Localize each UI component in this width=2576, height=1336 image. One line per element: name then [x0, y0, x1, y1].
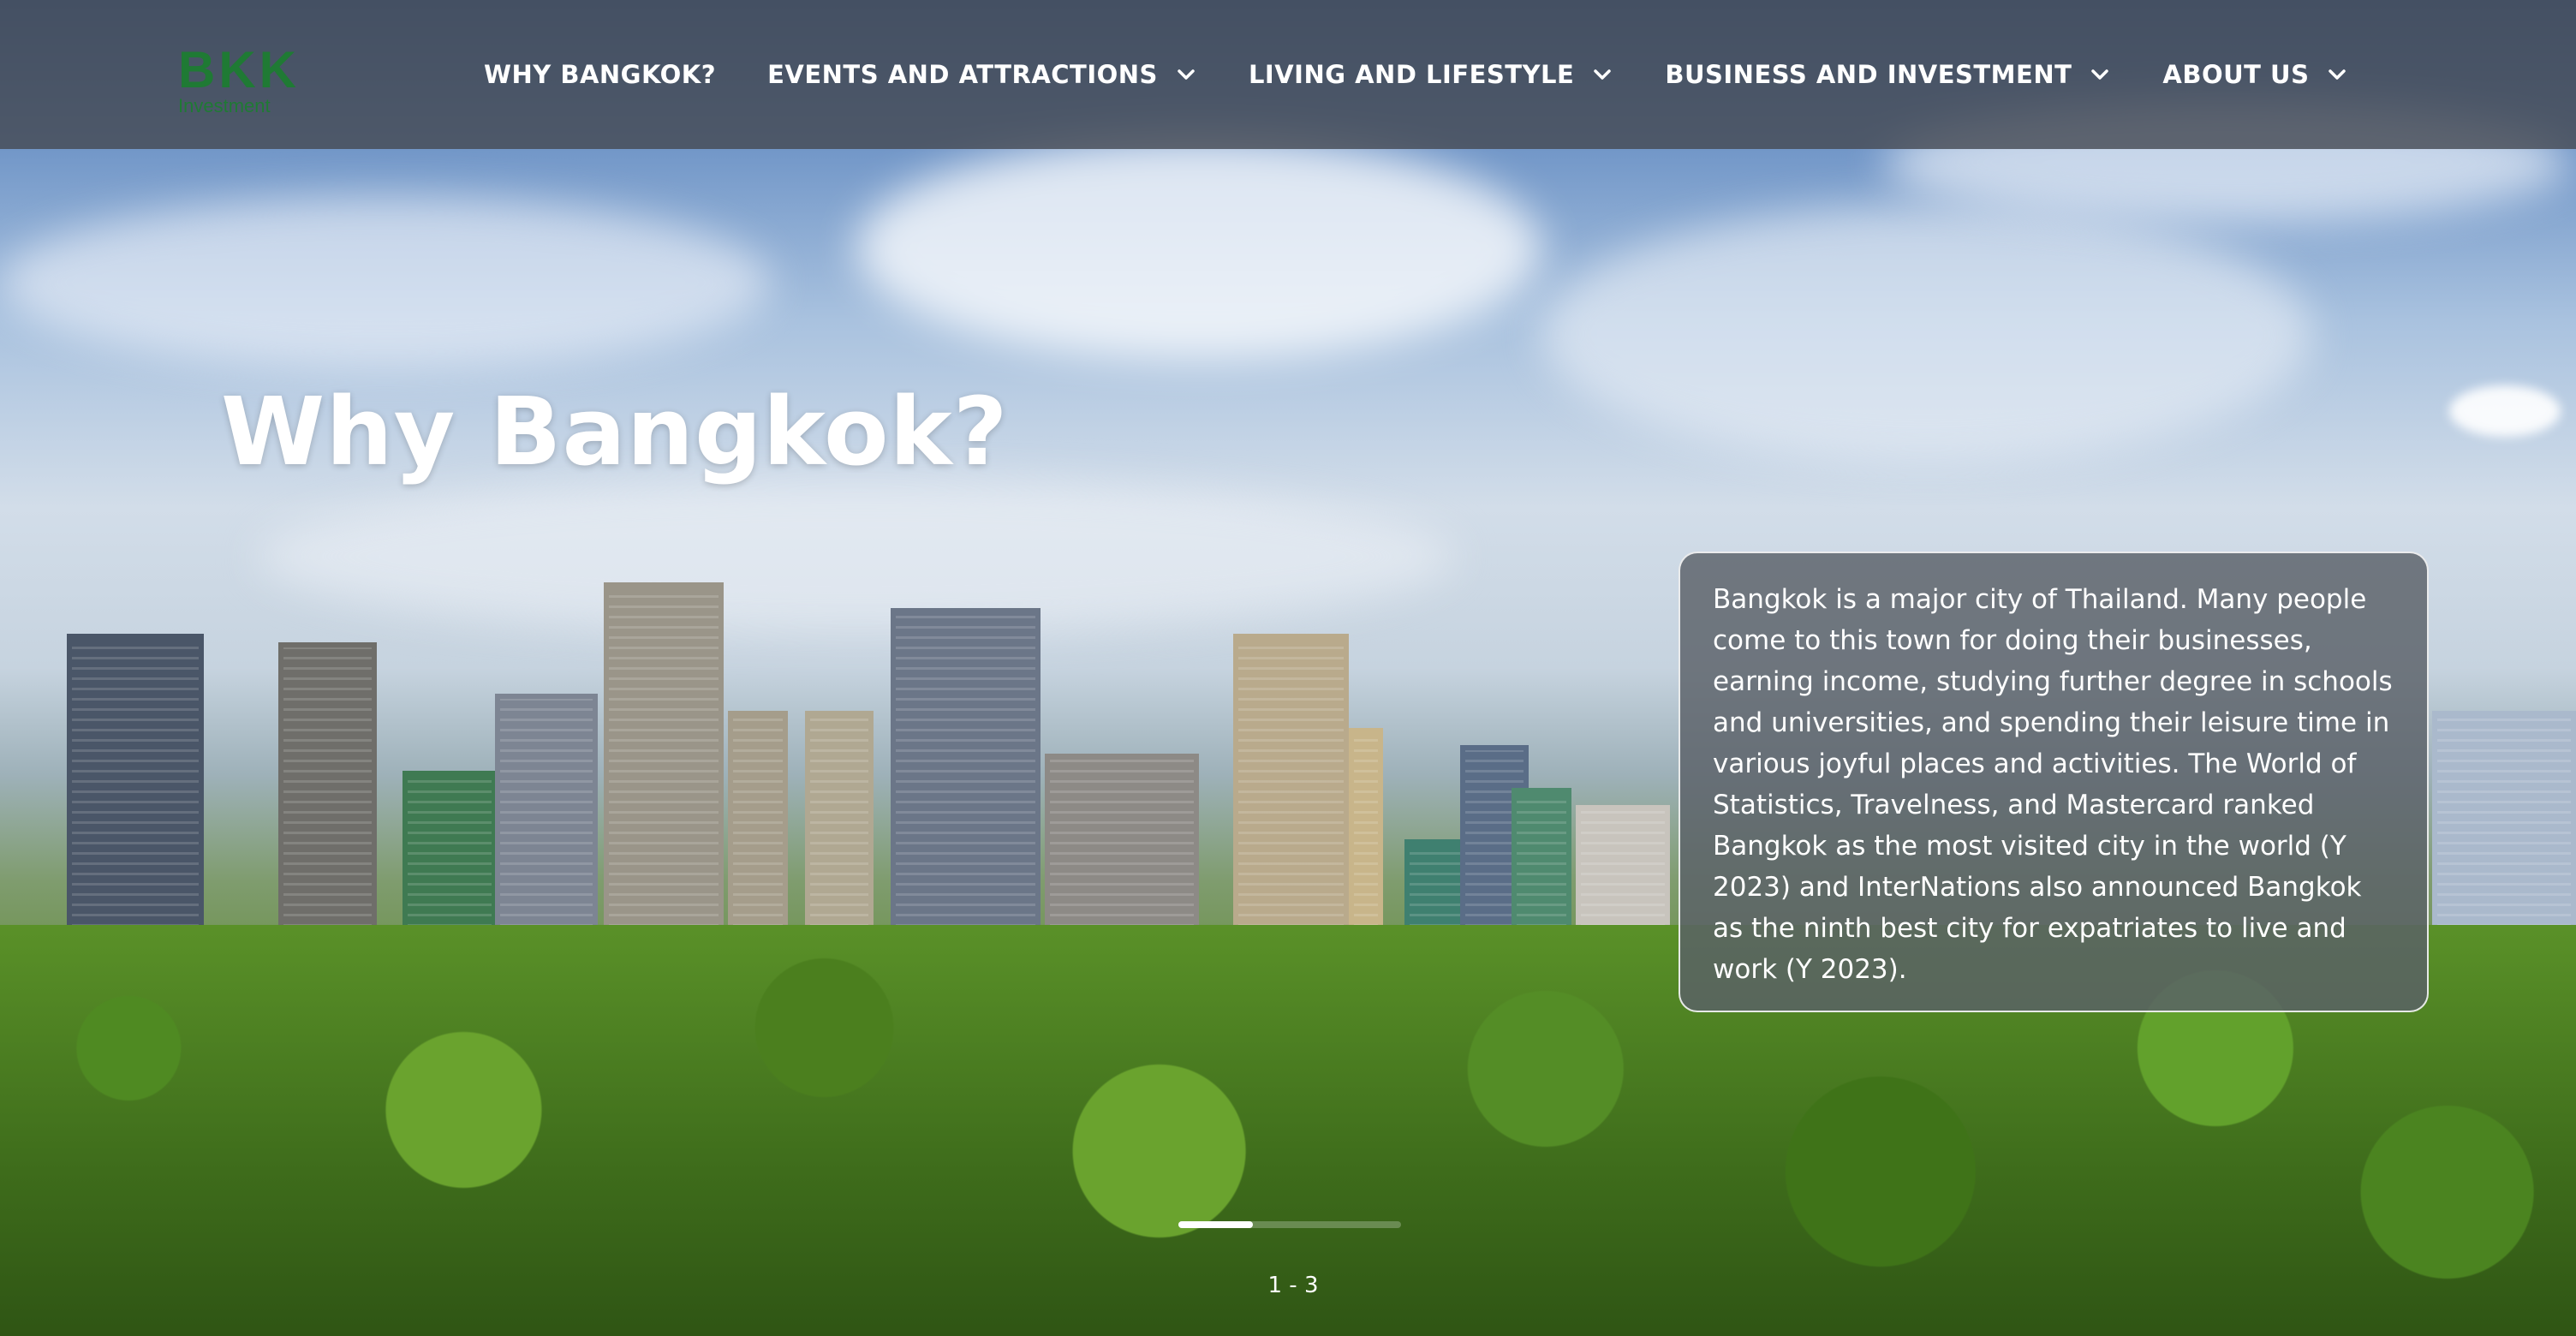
- building: [67, 634, 204, 942]
- description-text: Bangkok is a major city of Thailand. Man…: [1713, 584, 2393, 985]
- slider-progress-fill: [1178, 1221, 1253, 1228]
- nav-item-label: ABOUT US: [2162, 60, 2310, 89]
- chevron-down-icon: [1591, 63, 1613, 86]
- building: [2432, 711, 2576, 942]
- nav-item-why-bangkok[interactable]: WHY BANGKOK?: [484, 60, 716, 89]
- logo-text: BKK: [178, 41, 300, 98]
- nav-item-about-us[interactable]: ABOUT US: [2162, 60, 2348, 89]
- nav-item-business-and-investment[interactable]: BUSINESS AND INVESTMENT: [1665, 60, 2111, 89]
- nav-item-label: LIVING AND LIFESTYLE: [1248, 60, 1575, 89]
- chevron-down-icon: [1175, 63, 1197, 86]
- building: [1576, 805, 1670, 942]
- top-navigation-bar: BKK Investment WHY BANGKOK? EVENTS AND A…: [0, 0, 2576, 149]
- building: [604, 582, 724, 942]
- page-title: Why Bangkok?: [221, 377, 1009, 486]
- building: [1349, 728, 1383, 942]
- building: [891, 608, 1041, 942]
- building: [402, 771, 497, 942]
- slider-counter: 1 - 3: [1267, 1273, 1319, 1298]
- slider-progress-bar[interactable]: [1178, 1221, 1401, 1228]
- main-nav: WHY BANGKOK? EVENTS AND ATTRACTIONS LIVI…: [484, 0, 2400, 149]
- nav-item-label: BUSINESS AND INVESTMENT: [1665, 60, 2072, 89]
- cloud: [0, 197, 771, 368]
- cloud: [2449, 385, 2561, 437]
- cloud: [856, 137, 1541, 360]
- cloud: [257, 480, 1456, 634]
- logo-subtext: Investment: [178, 95, 271, 116]
- building: [728, 711, 788, 942]
- chevron-down-icon: [2326, 63, 2348, 86]
- nav-item-events-and-attractions[interactable]: EVENTS AND ATTRACTIONS: [767, 60, 1197, 89]
- building: [278, 642, 377, 942]
- hero-banner: BKK Investment WHY BANGKOK? EVENTS AND A…: [0, 0, 2576, 1336]
- nav-item-label: WHY BANGKOK?: [484, 60, 717, 89]
- building: [1233, 634, 1349, 942]
- nav-item-living-and-lifestyle[interactable]: LIVING AND LIFESTYLE: [1249, 60, 1613, 89]
- cloud: [1541, 206, 2312, 462]
- site-logo[interactable]: BKK Investment: [178, 45, 307, 122]
- building: [1045, 754, 1199, 942]
- building: [495, 694, 598, 942]
- building: [805, 711, 874, 942]
- chevron-down-icon: [2089, 63, 2111, 86]
- nav-item-label: EVENTS AND ATTRACTIONS: [767, 60, 1158, 89]
- building: [1512, 788, 1571, 942]
- description-card: Bangkok is a major city of Thailand. Man…: [1679, 552, 2429, 1012]
